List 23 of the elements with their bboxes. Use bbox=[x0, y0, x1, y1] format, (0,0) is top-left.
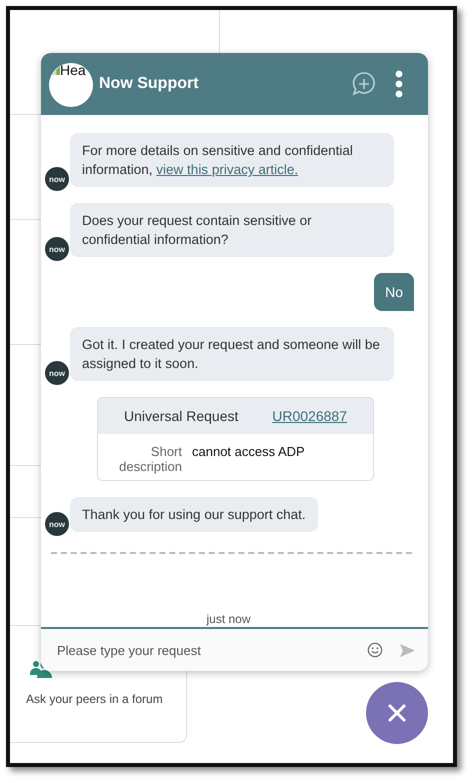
bot-avatar: now bbox=[45, 512, 69, 536]
field-value: cannot access ADP bbox=[192, 444, 305, 461]
message-text: For more details on sensitive and confidential information, view this privacy article. bbox=[82, 142, 354, 179]
message-field[interactable]: Please type your request bbox=[41, 627, 428, 671]
card-subtitle: Ask your peers in a forum bbox=[26, 692, 164, 706]
user-message: No bbox=[374, 273, 414, 311]
record-type: Universal Request bbox=[124, 408, 238, 424]
emoji-icon[interactable] bbox=[367, 642, 383, 658]
chat-title: Now Support bbox=[99, 75, 199, 93]
bot-avatar: now bbox=[45, 361, 69, 385]
broken-image-text: Hea bbox=[60, 62, 86, 78]
more-menu-icon[interactable] bbox=[394, 70, 404, 98]
bot-avatar: now bbox=[45, 237, 69, 261]
new-chat-icon[interactable] bbox=[350, 70, 378, 98]
message-text: Thank you for using our support chat. bbox=[82, 506, 306, 524]
field-label: Short description bbox=[118, 444, 182, 474]
privacy-link[interactable]: view this privacy article. bbox=[156, 162, 298, 177]
message-text: Does your request contain sensitive or confidential information? bbox=[82, 212, 313, 249]
broken-image-icon bbox=[51, 66, 60, 75]
timestamp: just now bbox=[205, 612, 252, 627]
record-link[interactable]: UR0026887 bbox=[272, 408, 347, 424]
message-text: Got it. I created your request and someone will be assigned to it soon. bbox=[82, 336, 381, 373]
bot-avatar: now bbox=[45, 167, 69, 191]
